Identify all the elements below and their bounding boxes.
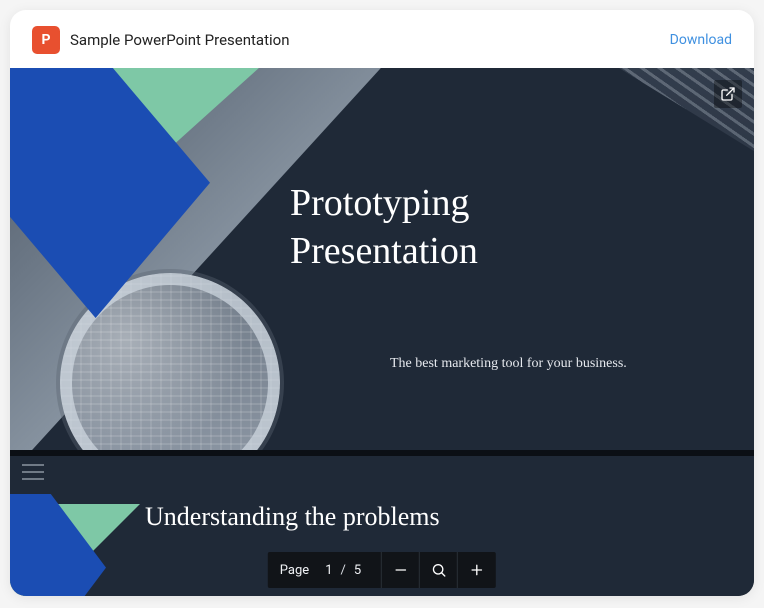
magnifier-icon [431, 562, 447, 578]
zoom-out-button[interactable] [382, 552, 420, 588]
open-external-button[interactable] [714, 80, 742, 108]
slide-1-title: Prototyping Presentation [290, 180, 478, 275]
page-indicator: Page 1 / 5 [268, 552, 382, 588]
page-label: Page [280, 563, 317, 578]
powerpoint-icon: P [32, 26, 60, 54]
slides-area: Prototyping Presentation The best market… [10, 68, 754, 596]
slide-2: Understanding the problems Page 1 / 5 [10, 456, 754, 596]
slide-1-title-line1: Prototyping [290, 182, 469, 224]
slide-1-subtitle: The best marketing tool for your busines… [390, 356, 627, 372]
page-total: 5 [346, 563, 369, 578]
slide-2-title: Understanding the problems [145, 502, 440, 532]
zoom-reset-button[interactable] [420, 552, 458, 588]
document-title: Sample PowerPoint Presentation [70, 31, 660, 49]
minus-icon [393, 562, 409, 578]
pagination-toolbar: Page 1 / 5 [268, 552, 496, 588]
viewer-card: P Sample PowerPoint Presentation Downloa… [10, 10, 754, 596]
header: P Sample PowerPoint Presentation Downloa… [10, 10, 754, 68]
page-current: 1 [317, 563, 340, 578]
plus-icon [469, 562, 485, 578]
zoom-in-button[interactable] [458, 552, 496, 588]
hamburger-menu-icon[interactable] [22, 464, 44, 480]
powerpoint-icon-letter: P [41, 32, 50, 48]
download-link[interactable]: Download [670, 32, 732, 48]
slide-1-title-line2: Presentation [290, 230, 478, 272]
open-external-icon [720, 86, 736, 102]
slide-1: Prototyping Presentation The best market… [10, 68, 754, 450]
